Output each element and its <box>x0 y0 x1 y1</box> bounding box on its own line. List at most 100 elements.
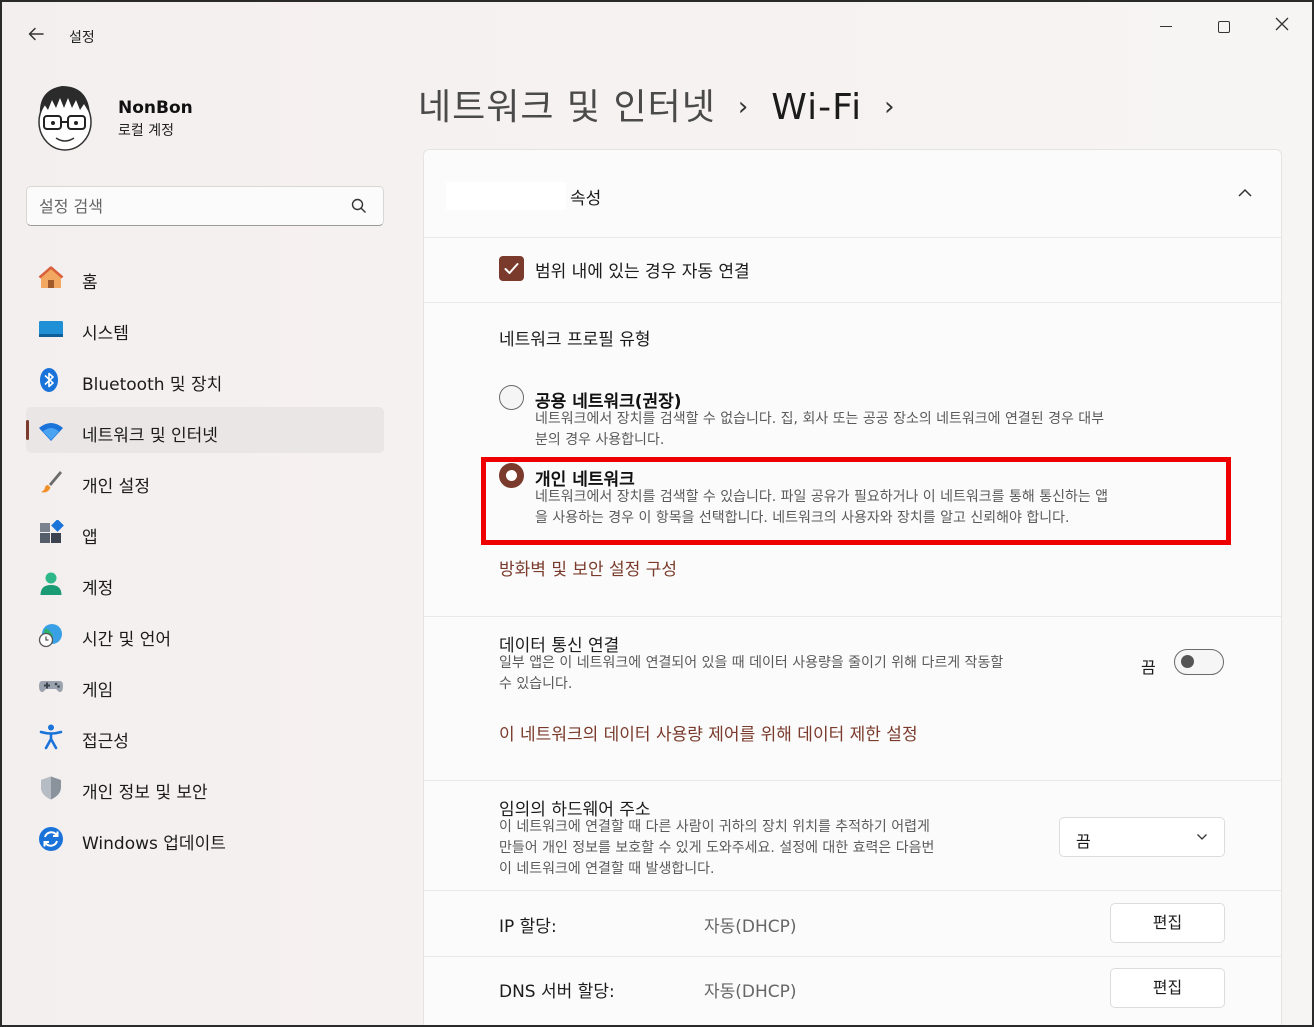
profile-type-label: 네트워크 프로필 유형 <box>499 330 651 350</box>
settings-window: 설정 NonBon 로컬 계정 홈 시스템 <box>0 0 1314 1027</box>
apps-icon <box>40 520 64 543</box>
maximize-button[interactable] <box>1204 14 1244 38</box>
paintbrush-icon <box>41 471 62 493</box>
sidebar-item-label: 홈 <box>82 273 98 293</box>
divider <box>424 956 1281 957</box>
divider <box>424 890 1281 891</box>
sidebar-item-label: 개인 정보 및 보안 <box>82 783 208 803</box>
ip-assignment-label: IP 할당: <box>499 917 557 937</box>
public-network-radio[interactable] <box>499 385 524 410</box>
sidebar-item-label: 계정 <box>82 579 114 599</box>
metered-toggle-state: 끔 <box>1141 658 1156 677</box>
wifi-icon <box>39 423 63 441</box>
sidebar-item-system[interactable]: 시스템 <box>26 305 384 351</box>
breadcrumb: 네트워크 및 인터넷 › Wi-Fi › <box>418 78 918 130</box>
chevron-down-icon <box>1197 834 1207 840</box>
random-hw-address-desc-line: 만들어 개인 정보를 보호할 수 있게 도와주세요. 설정에 대한 효력은 다음… <box>499 840 935 856</box>
shield-icon <box>41 776 61 800</box>
firewall-settings-link[interactable]: 방화벽 및 보안 설정 구성 <box>499 555 677 580</box>
sidebar-item-label: 개인 설정 <box>82 477 150 497</box>
sidebar-nav: 홈 시스템 Bluetooth 및 장치 네트워크 및 인터넷 개인 설정 앱 … <box>26 254 384 866</box>
public-network-desc-line: 네트워크에서 장치를 검색할 수 없습니다. 집, 회사 또는 공공 장소의 네… <box>535 411 1105 427</box>
avatar[interactable] <box>32 80 98 152</box>
monitor-icon <box>39 321 63 337</box>
sidebar-item-time-language[interactable]: 시간 및 언어 <box>26 611 384 657</box>
random-hw-address-desc: 이 네트워크에 연결할 때 다른 사람이 귀하의 장치 위치를 추적하기 어렵게… <box>499 817 1039 880</box>
breadcrumb-separator: › <box>884 92 896 122</box>
minimize-button[interactable] <box>1146 14 1186 38</box>
breadcrumb-parent[interactable]: 네트워크 및 인터넷 <box>418 87 716 128</box>
public-network-desc-line: 분의 경우 사용합니다. <box>535 432 665 448</box>
metered-connection-desc: 일부 앱은 이 네트워크에 연결되어 있을 때 데이터 사용량을 줄이기 위해 … <box>499 653 1119 695</box>
dns-assignment-label: DNS 서버 할당: <box>499 982 615 1002</box>
minimize-icon <box>1160 26 1172 27</box>
sidebar-item-label: 네트워크 및 인터넷 <box>82 426 218 446</box>
app-title: 설정 <box>69 30 95 46</box>
sidebar-item-label: 접근성 <box>82 732 129 752</box>
chevron-up-icon[interactable] <box>1236 186 1254 200</box>
sidebar-item-label: 게임 <box>82 681 114 701</box>
sidebar-item-network[interactable]: 네트워크 및 인터넷 <box>26 407 384 453</box>
divider <box>424 302 1281 303</box>
sidebar-item-label: 시스템 <box>82 324 129 344</box>
dropdown-value: 끔 <box>1076 832 1091 851</box>
sidebar-item-home[interactable]: 홈 <box>26 254 384 300</box>
avatar-icon <box>38 86 92 151</box>
dns-assignment-value: 자동(DHCP) <box>704 982 797 1002</box>
sidebar-item-label: 시간 및 언어 <box>82 630 172 650</box>
sidebar-item-windows-update[interactable]: Windows 업데이트 <box>26 815 384 861</box>
sidebar-item-personalization[interactable]: 개인 설정 <box>26 458 384 504</box>
sidebar-item-apps[interactable]: 앱 <box>26 509 384 555</box>
home-icon <box>38 266 64 288</box>
search-icon <box>351 198 366 213</box>
gamepad-icon <box>39 681 63 693</box>
sidebar-item-privacy[interactable]: 개인 정보 및 보안 <box>26 764 384 810</box>
sidebar-item-accessibility[interactable]: 접근성 <box>26 713 384 759</box>
profile-account-type: 로컬 계정 <box>118 123 174 139</box>
properties-header[interactable]: 속성 <box>424 150 1281 238</box>
card-title: 속성 <box>570 189 602 209</box>
sidebar-item-label: Bluetooth 및 장치 <box>82 375 223 395</box>
metered-connection-toggle[interactable] <box>1174 649 1224 675</box>
clock-globe-icon <box>38 624 62 648</box>
title-bar: 설정 <box>2 2 1312 62</box>
divider <box>424 616 1281 617</box>
redacted-network-name <box>446 182 566 210</box>
close-button[interactable] <box>1262 14 1302 38</box>
checkmark-icon <box>504 263 519 274</box>
metered-connection-desc-line: 일부 앱은 이 네트워크에 연결되어 있을 때 데이터 사용량을 줄이기 위해 … <box>499 655 1004 671</box>
profile-name: NonBon <box>118 98 193 118</box>
random-hw-address-desc-line: 이 네트워크에 연결할 때 다른 사람이 귀하의 장치 위치를 추적하기 어렵게 <box>499 819 930 835</box>
ip-edit-button[interactable]: 편집 <box>1110 903 1225 943</box>
toggle-knob <box>1181 655 1194 668</box>
accessibility-icon <box>39 724 63 750</box>
update-icon <box>39 827 63 851</box>
back-button[interactable] <box>24 24 48 48</box>
dns-edit-button[interactable]: 편집 <box>1110 968 1225 1008</box>
highlight-box <box>481 457 1231 545</box>
search-input[interactable] <box>39 195 339 217</box>
data-limit-link[interactable]: 이 네트워크의 데이터 사용량 제어를 위해 데이터 제한 설정 <box>499 720 918 745</box>
sidebar-item-gaming[interactable]: 게임 <box>26 662 384 708</box>
auto-connect-checkbox[interactable] <box>499 256 524 281</box>
breadcrumb-current: Wi-Fi <box>771 87 863 128</box>
sidebar-item-label: 앱 <box>82 528 98 548</box>
bluetooth-icon <box>40 368 58 392</box>
sidebar-item-label: Windows 업데이트 <box>82 834 226 854</box>
maximize-icon <box>1218 20 1230 33</box>
divider <box>424 780 1281 781</box>
sidebar-item-bluetooth[interactable]: Bluetooth 및 장치 <box>26 356 384 402</box>
arrow-left-icon <box>28 27 44 41</box>
person-icon <box>40 572 62 595</box>
auto-connect-label: 범위 내에 있는 경우 자동 연결 <box>535 262 750 282</box>
random-hw-address-desc-line: 이 네트워크에 연결할 때 발생합니다. <box>499 861 715 877</box>
close-icon <box>1275 17 1289 31</box>
properties-card: 속성 범위 내에 있는 경우 자동 연결 네트워크 프로필 유형 공용 네트워크… <box>423 149 1282 1025</box>
ip-assignment-value: 자동(DHCP) <box>704 917 797 937</box>
sidebar-item-accounts[interactable]: 계정 <box>26 560 384 606</box>
public-network-desc: 네트워크에서 장치를 검색할 수 없습니다. 집, 회사 또는 공공 장소의 네… <box>535 409 1225 451</box>
breadcrumb-separator: › <box>737 92 750 122</box>
metered-connection-desc-line: 수 있습니다. <box>499 676 573 692</box>
settings-search[interactable] <box>26 186 384 226</box>
random-hw-address-dropdown[interactable]: 끔 <box>1059 817 1225 857</box>
